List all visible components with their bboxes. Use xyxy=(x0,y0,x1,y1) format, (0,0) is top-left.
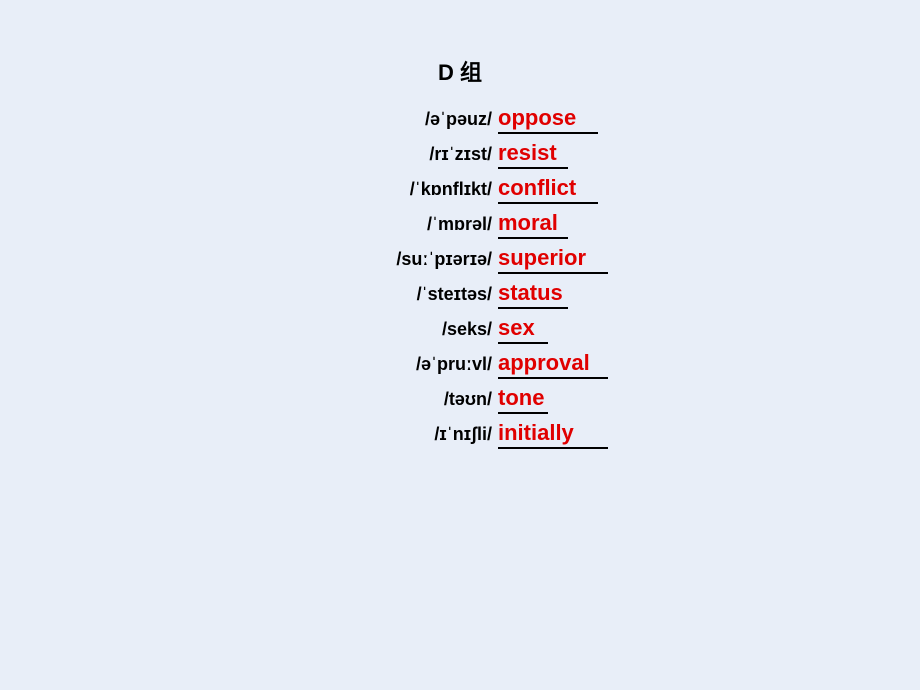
vocab-word: sex xyxy=(498,315,548,344)
section-title: D 组 xyxy=(438,55,482,87)
phonetic-text: /təʊn/ xyxy=(312,389,492,410)
vocab-row: /əˈpəuz/oppose xyxy=(312,105,598,134)
vocab-word: approval xyxy=(498,350,608,379)
phonetic-text: /ˈkɒnflɪkt/ xyxy=(312,179,492,200)
vocab-list: /əˈpəuz/oppose/rɪˈzɪst/resist/ˈkɒnflɪkt/… xyxy=(312,105,608,449)
vocab-word: moral xyxy=(498,210,568,239)
vocab-row: /təʊn/tone xyxy=(312,385,548,414)
vocab-row: /rɪˈzɪst/resist xyxy=(312,140,568,169)
vocab-row: /ˈmɒrəl/moral xyxy=(312,210,568,239)
phonetic-text: /ˈsteɪtəs/ xyxy=(312,284,492,305)
phonetic-text: /əˈpəuz/ xyxy=(312,109,492,130)
phonetic-text: /suːˈpɪərɪə/ xyxy=(312,249,492,270)
vocab-word: superior xyxy=(498,245,608,274)
vocab-word: conflict xyxy=(498,175,598,204)
vocab-row: /əˈpruːvl/approval xyxy=(312,350,608,379)
vocab-word: oppose xyxy=(498,105,598,134)
vocab-word: status xyxy=(498,280,568,309)
vocab-word: tone xyxy=(498,385,548,414)
vocab-row: /ɪˈnɪʃli/initially xyxy=(312,420,608,449)
vocab-row: /suːˈpɪərɪə/superior xyxy=(312,245,608,274)
vocab-row: /ˈkɒnflɪkt/conflict xyxy=(312,175,598,204)
main-container: D 组 /əˈpəuz/oppose/rɪˈzɪst/resist/ˈkɒnfl… xyxy=(0,0,920,690)
phonetic-text: /əˈpruːvl/ xyxy=(312,354,492,375)
phonetic-text: /ˈmɒrəl/ xyxy=(312,214,492,235)
vocab-word: initially xyxy=(498,420,608,449)
phonetic-text: /seks/ xyxy=(312,319,492,340)
phonetic-text: /ɪˈnɪʃli/ xyxy=(312,424,492,445)
vocab-word: resist xyxy=(498,140,568,169)
vocab-row: /ˈsteɪtəs/status xyxy=(312,280,568,309)
phonetic-text: /rɪˈzɪst/ xyxy=(312,144,492,165)
vocab-row: /seks/sex xyxy=(312,315,548,344)
